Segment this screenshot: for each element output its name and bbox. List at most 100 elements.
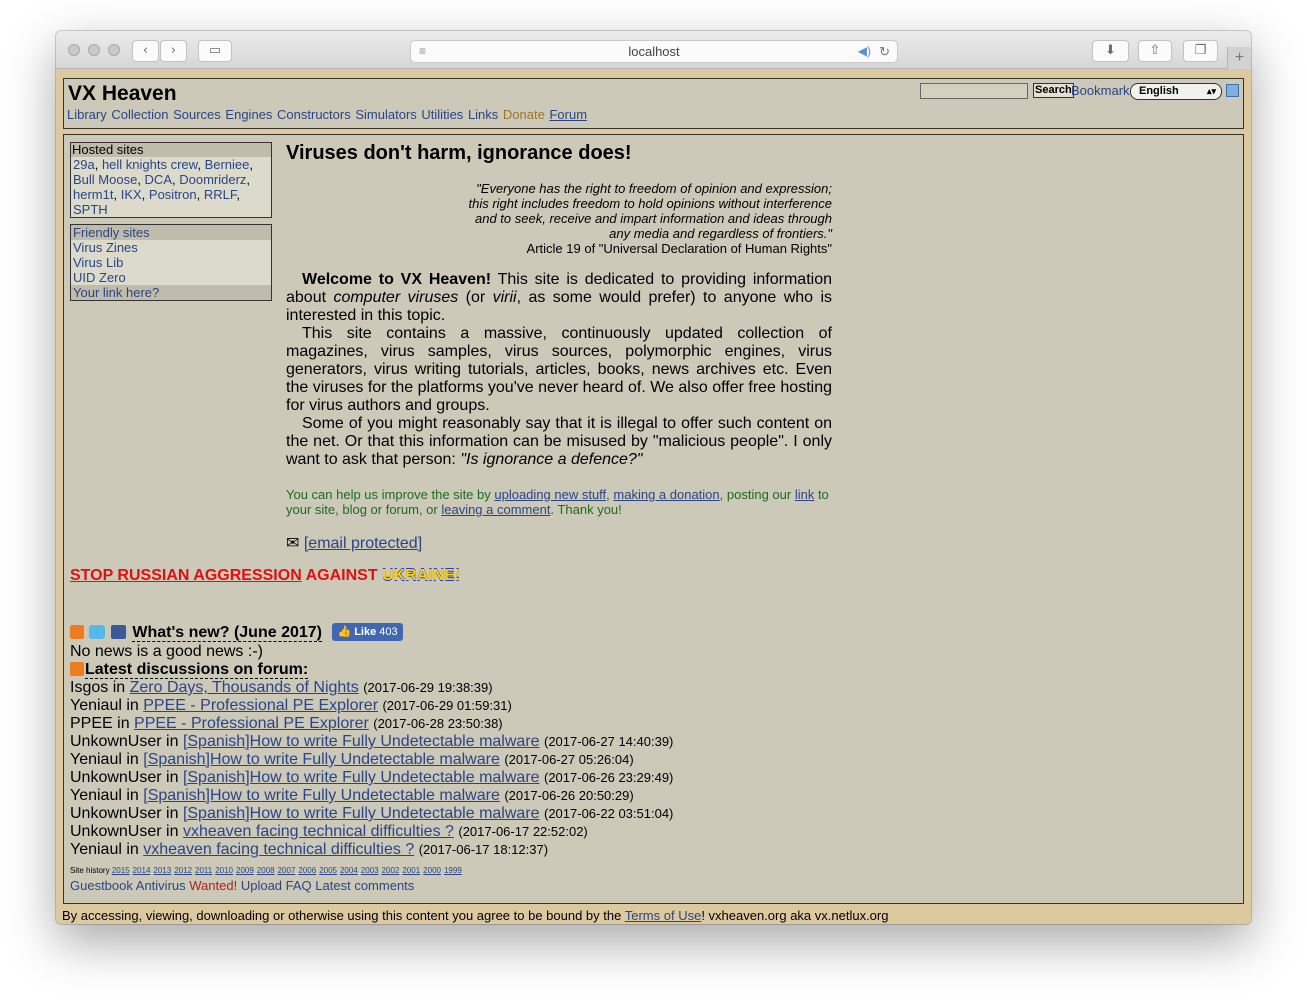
hosted-site-link[interactable]: DCA <box>145 172 172 187</box>
post-topic-link[interactable]: PPEE - Professional PE Explorer <box>143 697 378 714</box>
welcome-em: virii <box>492 289 517 306</box>
history-year-link[interactable]: 2002 <box>382 866 400 875</box>
menu-donate[interactable]: Donate <box>503 107 545 122</box>
zoom-window-button[interactable] <box>108 44 120 56</box>
post-topic-link[interactable]: [Spanish]How to write Fully Undetectable… <box>143 751 500 768</box>
history-year-link[interactable]: 2000 <box>423 866 441 875</box>
post-topic-link[interactable]: [Spanish]How to write Fully Undetectable… <box>143 787 500 804</box>
hosted-site-link[interactable]: RRLF <box>204 187 237 202</box>
hosted-site-link[interactable]: 29a <box>73 157 95 172</box>
facebook-like-button[interactable]: 👍 Like 403 <box>332 623 403 641</box>
friendly-sites-title[interactable]: Friendly sites <box>71 225 271 240</box>
stop-aggression-link[interactable]: STOP RUSSIAN AGGRESSION <box>70 567 302 584</box>
post-topic-link[interactable]: PPEE - Professional PE Explorer <box>134 715 369 732</box>
post-user: Yeniaul <box>70 787 122 804</box>
post-topic-link[interactable]: Zero Days, Thousands of Nights <box>130 679 359 696</box>
menu-constructors[interactable]: Constructors <box>277 107 351 122</box>
history-year-link[interactable]: 2003 <box>361 866 379 875</box>
search-input[interactable] <box>920 83 1028 99</box>
post-topic-link[interactable]: vxheaven facing technical difficulties ? <box>143 841 414 858</box>
menu-utilities[interactable]: Utilities <box>421 107 463 122</box>
friendly-site-link[interactable]: Virus Zines <box>71 240 271 255</box>
bookmark-link[interactable]: Bookmark <box>1071 83 1130 98</box>
history-year-link[interactable]: 2001 <box>402 866 420 875</box>
news-section: What's new? (June 2017) 👍 Like 403 No ne… <box>70 623 870 859</box>
comment-link[interactable]: leaving a comment <box>441 502 550 517</box>
facebook-icon[interactable] <box>110 625 126 639</box>
guestbook-link[interactable]: Guestbook <box>70 878 133 893</box>
friendly-site-link[interactable]: Virus Lib <box>71 255 271 270</box>
forum-post-row: PPEE in PPEE - Professional PE Explorer … <box>70 715 870 733</box>
welcome-text: Welcome to VX Heaven! This site is dedic… <box>286 271 832 469</box>
terms-of-use-link[interactable]: Terms of Use <box>625 908 702 923</box>
history-year-link[interactable]: 2011 <box>195 866 212 875</box>
friendly-site-link[interactable]: UID Zero <box>71 270 271 285</box>
hosted-site-link[interactable]: SPTH <box>73 202 108 217</box>
search-button[interactable]: Search <box>1033 83 1074 98</box>
post-topic-link[interactable]: [Spanish]How to write Fully Undetectable… <box>183 733 540 750</box>
your-link-here[interactable]: Your link here? <box>71 285 271 300</box>
hosted-site-link[interactable]: Bull Moose <box>73 172 137 187</box>
language-select[interactable]: English ▴▾ <box>1130 83 1222 100</box>
downloads-icon[interactable]: ⬇ <box>1092 40 1129 62</box>
address-bar[interactable]: ≡ localhost ◀) ↻ <box>410 40 898 63</box>
history-year-link[interactable]: 2015 <box>112 866 130 875</box>
history-year-link[interactable]: 2005 <box>319 866 337 875</box>
donation-link[interactable]: making a donation <box>613 487 719 502</box>
reload-icon[interactable]: ↻ <box>879 41 890 62</box>
faq-link[interactable]: FAQ <box>286 878 312 893</box>
twitter-icon[interactable] <box>89 625 106 639</box>
menu-links[interactable]: Links <box>468 107 498 122</box>
back-icon[interactable]: ‹ <box>132 40 159 62</box>
history-year-link[interactable]: 1999 <box>444 866 462 875</box>
close-window-button[interactable] <box>68 44 80 56</box>
reader-icon[interactable]: ≡ <box>419 41 426 62</box>
history-year-link[interactable]: 2008 <box>257 866 275 875</box>
speaker-icon[interactable]: ◀) <box>858 41 871 62</box>
history-year-link[interactable]: 2014 <box>133 866 151 875</box>
antivirus-link[interactable]: Antivirus <box>136 878 186 893</box>
tabs-icon[interactable]: ❐ <box>1183 40 1218 62</box>
wanted-link[interactable]: Wanted! <box>189 878 237 893</box>
history-year-link[interactable]: 2006 <box>298 866 316 875</box>
history-years: 2015 2014 2013 2012 2011 2010 2009 2008 2007 2006… <box>112 866 465 875</box>
like-label: Like <box>354 626 377 638</box>
hosted-site-link[interactable]: Berniee <box>205 157 250 172</box>
email-link[interactable]: [email protected] <box>304 535 422 552</box>
hosted-site-link[interactable]: hell knights crew <box>102 157 197 172</box>
menu-engines[interactable]: Engines <box>225 107 272 122</box>
hosted-site-link[interactable]: IKX <box>121 187 142 202</box>
post-topic-link[interactable]: [Spanish]How to write Fully Undetectable… <box>183 769 540 786</box>
history-year-link[interactable]: 2012 <box>174 866 192 875</box>
rss-icon[interactable] <box>70 625 84 639</box>
menu-collection[interactable]: Collection <box>111 107 168 122</box>
help-text-part: . Thank you! <box>550 502 622 517</box>
history-year-link[interactable]: 2004 <box>340 866 358 875</box>
quote-line: and to seek, receive and impart informat… <box>475 211 832 226</box>
history-year-link[interactable]: 2010 <box>215 866 233 875</box>
share-icon[interactable]: ⇧ <box>1138 40 1172 62</box>
history-year-link[interactable]: 2007 <box>278 866 296 875</box>
post-topic-link[interactable]: vxheaven facing technical difficulties ? <box>183 823 454 840</box>
quote-line: "Everyone has the right to freedom of op… <box>476 181 832 196</box>
menu-forum[interactable]: Forum <box>549 107 587 122</box>
new-tab-icon[interactable]: + <box>1227 47 1251 69</box>
hosted-site-link[interactable]: herm1t <box>73 187 113 202</box>
post-topic-link[interactable]: [Spanish]How to write Fully Undetectable… <box>183 805 540 822</box>
hosted-site-link[interactable]: Doomriderz <box>179 172 246 187</box>
menu-simulators[interactable]: Simulators <box>355 107 416 122</box>
history-year-link[interactable]: 2009 <box>236 866 254 875</box>
latest-comments-link[interactable]: Latest comments <box>315 878 414 893</box>
sidebar-icon[interactable]: ▭ <box>198 40 232 62</box>
upload-link[interactable]: uploading new stuff <box>494 487 606 502</box>
forward-icon[interactable]: › <box>160 40 187 62</box>
minimize-window-button[interactable] <box>88 44 100 56</box>
menu-library[interactable]: Library <box>67 107 107 122</box>
link-link[interactable]: link <box>795 487 815 502</box>
history-year-link[interactable]: 2013 <box>153 866 171 875</box>
language-go-icon[interactable] <box>1226 84 1239 97</box>
upload-bottom-link[interactable]: Upload <box>241 878 282 893</box>
hosted-site-link[interactable]: Positron <box>149 187 197 202</box>
menu-sources[interactable]: Sources <box>173 107 221 122</box>
rss-icon[interactable] <box>70 662 84 676</box>
